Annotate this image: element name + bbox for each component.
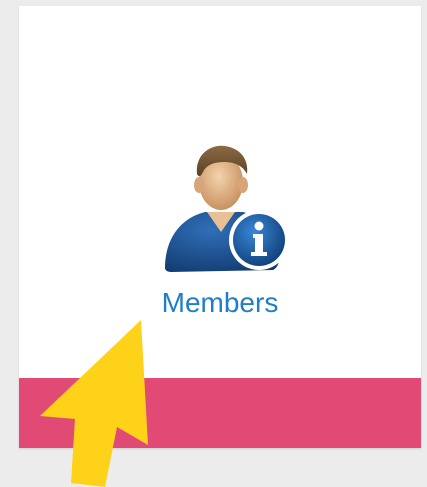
bottom-accent-bar[interactable] bbox=[19, 378, 421, 448]
member-info-icon bbox=[165, 145, 289, 272]
members-label: Members bbox=[161, 287, 279, 318]
members-card: Members bbox=[19, 6, 421, 448]
members-tile[interactable]: Members bbox=[19, 6, 421, 378]
